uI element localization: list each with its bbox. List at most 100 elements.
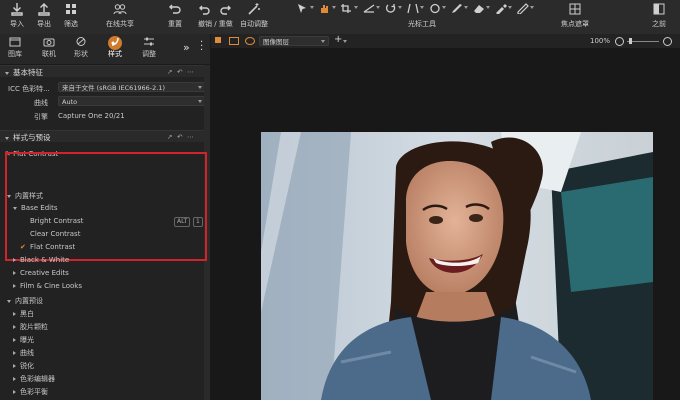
straighten-tool-icon[interactable] — [362, 3, 376, 14]
zoom-slider-handle[interactable] — [629, 38, 632, 44]
brush-tool-icon[interactable] — [450, 3, 464, 14]
undo-redo-label: 撤销 / 重做 — [198, 20, 233, 28]
basic-characteristics-header[interactable]: 基本特征 ↗ ↶ ⋯ — [0, 65, 210, 77]
preset-exposure[interactable]: 曝光 — [13, 335, 34, 345]
preset-curve[interactable]: 曲线 — [13, 348, 34, 358]
filter-button[interactable]: 筛选 — [64, 2, 78, 29]
preset-sharpening[interactable]: 锐化 — [13, 361, 34, 371]
styles-menu-icon[interactable]: ⋯ — [187, 133, 194, 141]
curve-select[interactable]: Auto — [58, 96, 206, 106]
pointer-tool-icon[interactable] — [296, 3, 310, 14]
builtin-styles-group[interactable]: 内置样式 — [7, 191, 43, 201]
keystone-tool-icon[interactable] — [406, 3, 420, 14]
crop-tool-icon[interactable] — [340, 3, 354, 14]
tab-tether[interactable]: 联机 — [34, 36, 64, 63]
curve-value: Auto — [62, 98, 78, 106]
zoom-in-icon[interactable] — [663, 37, 672, 46]
before-button[interactable]: 之前 — [652, 2, 666, 29]
tab-shape[interactable]: 形状 — [66, 36, 96, 63]
layer-dropdown-icon — [321, 40, 325, 43]
zoom-level[interactable]: 100% — [590, 37, 610, 45]
layer-rect-icon[interactable] — [229, 37, 239, 45]
curve-dropdown-icon — [198, 100, 202, 103]
pointer-tool-caret-icon[interactable] — [310, 6, 314, 9]
styles-auto-icon[interactable]: ↗ — [167, 133, 172, 141]
picker-tool-caret-icon[interactable] — [508, 6, 512, 9]
crop-tool-caret-icon[interactable] — [354, 6, 358, 9]
tab-library[interactable]: 图库 — [0, 36, 30, 63]
hand-tool-caret-icon[interactable] — [332, 6, 336, 9]
tab-styles[interactable]: 样式 — [100, 36, 130, 63]
group-film-cine[interactable]: Film & Cine Looks — [13, 282, 82, 290]
preset-color-balance[interactable]: 色彩平衡 — [13, 387, 48, 397]
group-creative-edits[interactable]: Creative Edits — [13, 269, 69, 277]
export-icon — [38, 3, 50, 16]
auto-icon[interactable]: ↗ — [167, 68, 172, 76]
style-bright-contrast[interactable]: Bright Contrast — [30, 217, 83, 225]
picker-tool-icon[interactable] — [494, 3, 508, 15]
library-icon — [9, 37, 21, 47]
style-flat-contrast[interactable]: Flat Contrast — [30, 243, 75, 251]
brush-tool-caret-icon[interactable] — [464, 6, 468, 9]
preset-film-grain[interactable]: 胶片颗粒 — [13, 322, 48, 332]
icc-profile-select[interactable]: 来自于文件 (sRGB IEC61966-2.1) — [58, 82, 206, 92]
undo-redo-buttons[interactable] — [198, 3, 232, 17]
add-layer-icon[interactable]: + — [334, 34, 342, 45]
export-label: 导出 — [37, 20, 51, 28]
more-tabs-icon[interactable]: » — [183, 41, 190, 54]
eraser-tool-caret-icon[interactable] — [486, 6, 490, 9]
filter-icon — [66, 4, 76, 14]
straighten-tool-caret-icon[interactable] — [376, 6, 380, 9]
focus-mask-label: 焦点遮罩 — [561, 20, 589, 28]
reset-section-icon[interactable]: ↶ — [177, 68, 182, 76]
filter-label: 筛选 — [64, 20, 78, 28]
add-layer-caret-icon[interactable] — [343, 40, 347, 43]
builtin-presets-group[interactable]: 内置预设 — [7, 296, 43, 306]
spot-removal-tool-caret-icon[interactable] — [442, 6, 446, 9]
undo-icon[interactable] — [198, 3, 212, 17]
tab-library-label: 图库 — [8, 50, 22, 58]
checkmark-icon: ✔ — [20, 243, 26, 251]
tether-icon — [43, 38, 55, 47]
import-icon — [11, 3, 23, 16]
portrait-photo[interactable] — [261, 132, 653, 400]
rotate-tool-caret-icon[interactable] — [398, 6, 402, 9]
layer-circle-icon[interactable] — [245, 37, 255, 45]
before-label: 之前 — [652, 20, 666, 28]
share-button[interactable]: 在线共享 — [106, 2, 134, 29]
annotate-tool-caret-icon[interactable] — [530, 6, 534, 9]
section-menu-icon[interactable]: ⋯ — [187, 68, 194, 76]
focus-mask-button[interactable]: 焦点遮罩 — [561, 2, 589, 29]
basic-characteristics-title: 基本特征 — [5, 67, 43, 78]
rotate-tool-icon[interactable] — [384, 3, 398, 14]
layer-mask-icon[interactable] — [215, 37, 221, 43]
styles-presets-header[interactable]: 样式与预设 ↗ ↶ ⋯ — [0, 130, 210, 142]
styles-reset-icon[interactable]: ↶ — [177, 133, 182, 141]
import-button[interactable]: 导入 — [10, 2, 24, 29]
focus-mask-icon — [569, 3, 581, 15]
group-black-white[interactable]: Black & White — [13, 256, 69, 264]
style-clear-contrast[interactable]: Clear Contrast — [30, 230, 80, 238]
redo-icon[interactable] — [218, 3, 232, 17]
auto-adjust-button[interactable]: 自动调整 — [240, 2, 268, 29]
tool-tabs: 图库 联机 形状 样式 调整 » · · · — [0, 34, 210, 65]
base-edits-group[interactable]: Base Edits — [13, 204, 57, 212]
export-button[interactable]: 导出 — [37, 2, 51, 29]
keystone-tool-caret-icon[interactable] — [420, 6, 424, 9]
annotate-tool-icon[interactable] — [516, 3, 530, 15]
tab-adjust-label: 调整 — [142, 50, 156, 58]
reset-button[interactable]: 重置 — [168, 2, 182, 29]
layer-select[interactable]: 图像图层 — [259, 36, 329, 46]
hand-tool-icon[interactable] — [318, 3, 332, 14]
panel-menu-icon[interactable]: · · · — [200, 38, 203, 56]
preset-bw[interactable]: 黑白 — [13, 309, 34, 319]
eraser-tool-icon[interactable] — [472, 3, 486, 14]
tab-adjust[interactable]: 调整 — [134, 36, 164, 63]
engine-label: 引擎 — [34, 113, 48, 121]
reset-label: 重置 — [168, 20, 182, 28]
auto-adjust-icon — [248, 3, 260, 15]
spot-removal-tool-icon[interactable] — [428, 3, 442, 14]
preset-color-editor[interactable]: 色彩编辑器 — [13, 374, 55, 384]
zoom-out-icon[interactable] — [615, 37, 624, 46]
shape-icon — [76, 37, 86, 46]
